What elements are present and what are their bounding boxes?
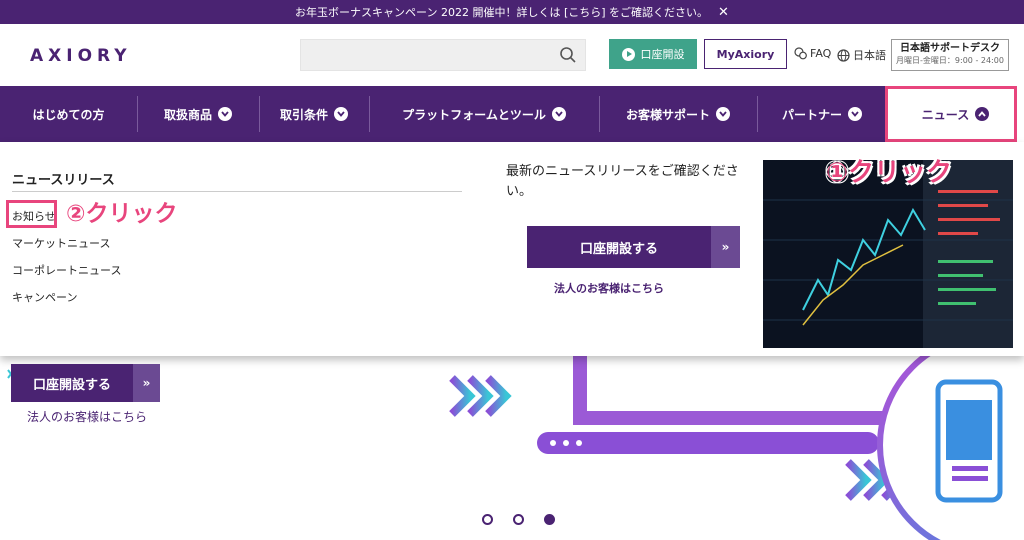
nav-label: はじめての方 [32,107,105,122]
carousel-dot[interactable] [482,514,493,525]
nav-label: プラットフォームとツール [402,107,546,122]
dropdown-open-account-button[interactable]: 口座開設する » [527,226,740,268]
link-corporate-news[interactable]: コーポレートニュース [12,262,121,278]
callout-step-2: ②クリック [66,201,178,227]
nav-label: お客様サポート [625,107,710,122]
nav-label: 取引条件 [279,107,328,122]
myaxiory-button[interactable]: MyAxiory [704,39,787,69]
nav-label: 取扱商品 [163,107,212,122]
chevron-down-icon [716,107,730,121]
logo[interactable]: AXIORY [30,46,132,66]
main-nav: はじめての方 取扱商品 取引条件 プラットフォームとツール お客様サポート パー… [0,86,1024,142]
globe-icon [837,48,850,62]
dropdown-corporate-link[interactable]: 法人のお客様はこちら [554,280,664,296]
open-account-button[interactable]: 口座開設 [609,39,697,69]
dropdown-title: ニュースリリース [12,173,115,188]
support-hours: 月曜日-金曜日：9:00 - 24:00 [896,56,1004,65]
hero-open-account-button[interactable]: 口座開設する » [11,364,160,402]
dropdown-description: 最新のニュースリリースをご確認ください。 [506,164,739,199]
double-chevron-right-icon: » [133,364,160,402]
nav-item-products[interactable]: 取扱商品 [137,86,259,142]
nav-item-beginners[interactable]: はじめての方 [0,86,137,142]
promo-banner: お年玉ボーナスキャンペーン 2022 開催中！詳しくは [こちら] をご確認くだ… [0,0,1024,24]
faq-link[interactable]: FAQ [794,47,831,60]
close-icon[interactable]: ✕ [718,5,729,20]
nav-item-partners[interactable]: パートナー [757,86,887,142]
nav-item-conditions[interactable]: 取引条件 [259,86,369,142]
support-title: 日本語サポートデスク [900,43,1000,54]
chevron-down-icon [218,107,232,121]
chevron-down-icon [334,107,348,121]
promo-banner-text[interactable]: お年玉ボーナスキャンペーン 2022 開催中！詳しくは [こちら] をご確認くだ… [295,4,708,20]
chevron-down-icon [848,107,862,121]
divider [12,191,462,192]
search-input[interactable] [300,39,586,71]
cta-label: 口座開設する [32,377,111,393]
play-icon [621,47,635,61]
chevron-up-icon [975,107,990,121]
language-label: 日本語 [853,49,886,62]
nav-item-support[interactable]: お客様サポート [599,86,757,142]
support-desk[interactable]: 日本語サポートデスク 月曜日-金曜日：9:00 - 24:00 [891,39,1009,71]
highlight-notices [6,200,57,228]
open-account-label: 口座開設 [640,48,685,61]
link-market-news[interactable]: マーケットニュース [12,235,110,251]
nav-item-platforms[interactable]: プラットフォームとツール [369,86,599,142]
callout-step-1: ①クリック [826,158,953,188]
faq-icon [794,47,807,60]
nav-label: ニュース [921,107,970,122]
double-chevron-right-icon: » [711,226,740,268]
search-icon[interactable] [559,46,577,68]
nav-label: パートナー [781,107,842,122]
faq-label: FAQ [810,47,832,60]
nav-item-news[interactable]: ニュース [887,86,1024,142]
hero-corporate-link[interactable]: 法人のお客様はこちら [27,408,147,425]
link-campaigns[interactable]: キャンペーン [12,289,77,305]
language-selector[interactable]: 日本語 [837,47,886,63]
page: お年玉ボーナスキャンペーン 2022 開催中！詳しくは [こちら] をご確認くだ… [0,0,1024,540]
carousel-dot[interactable] [513,514,524,525]
site-header: AXIORY 口座開設 MyAxiory FAQ 日本語 日本語サポートデスク … [0,24,1024,86]
carousel-dot-active[interactable] [544,514,555,525]
cta-label: 口座開設する [579,241,658,257]
chevron-down-icon [551,107,566,121]
carousel-dots [482,514,555,525]
